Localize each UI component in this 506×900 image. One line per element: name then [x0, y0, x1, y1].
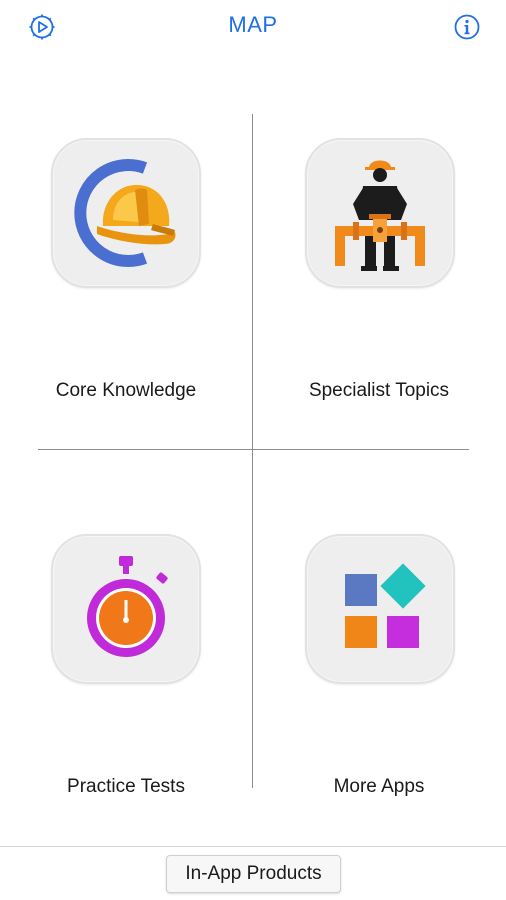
- core-knowledge-icon-box: [51, 138, 201, 288]
- app-grid-icon: [345, 563, 426, 648]
- stopwatch-icon: [87, 556, 168, 657]
- page-title: MAP: [228, 12, 278, 37]
- tile-practice-tests[interactable]: Practice Tests: [0, 450, 252, 797]
- in-app-products-button[interactable]: In-App Products: [166, 855, 341, 893]
- tile-specialist-topics[interactable]: Specialist Topics: [253, 114, 505, 449]
- specialist-topics-icon-box: [305, 138, 455, 288]
- tile-label: Practice Tests: [67, 776, 185, 797]
- tile-more-apps[interactable]: More Apps: [253, 450, 505, 797]
- header: MAP: [0, 0, 506, 56]
- practice-tests-icon-box: [51, 534, 201, 684]
- main-screen: MAP Core Knowledge Specialist Topics Pra…: [0, 0, 506, 900]
- hardhat-c-icon: [74, 159, 176, 267]
- worker-pipe-icon: [335, 160, 425, 271]
- tile-core-knowledge[interactable]: Core Knowledge: [0, 114, 252, 449]
- tile-label: More Apps: [333, 776, 425, 797]
- info-icon: [454, 14, 480, 40]
- tile-label: Specialist Topics: [308, 380, 450, 401]
- bottom-bar: In-App Products: [0, 846, 506, 900]
- info-button[interactable]: [452, 12, 482, 42]
- tile-label: Core Knowledge: [55, 380, 197, 401]
- more-apps-icon-box: [305, 534, 455, 684]
